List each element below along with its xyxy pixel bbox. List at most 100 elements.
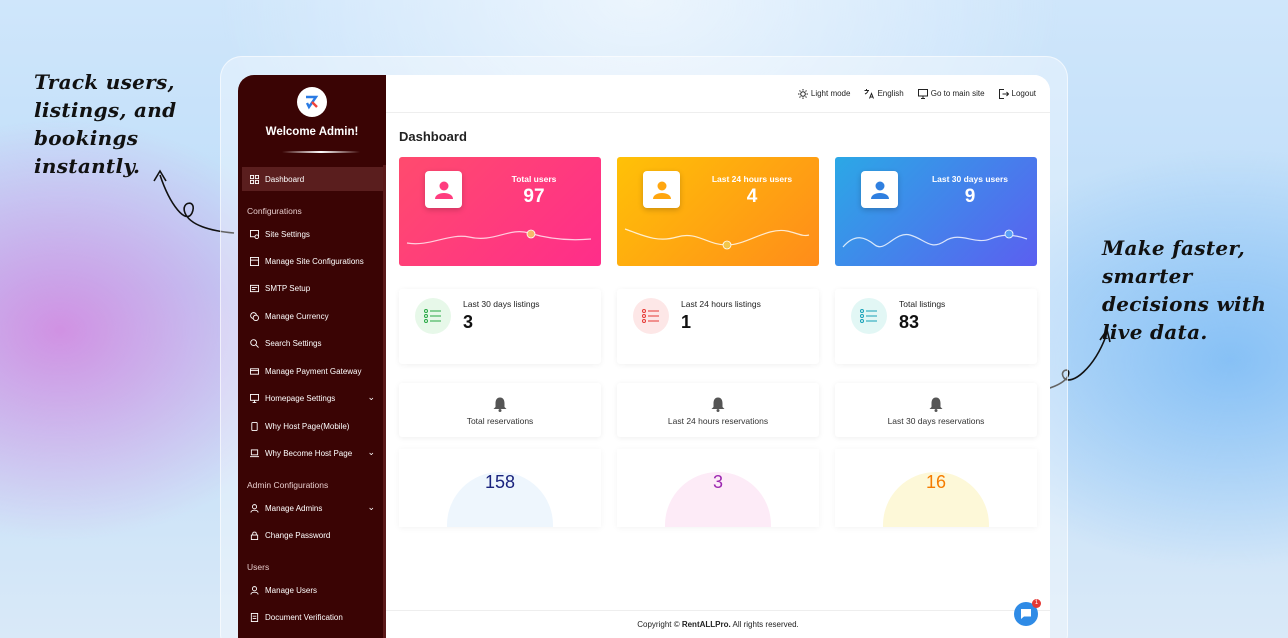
sidebar-item-label: Document Verification (265, 612, 343, 622)
sidebar-item-document-verification[interactable]: Document Verification (242, 605, 383, 629)
chevron-down-icon[interactable]: ⌄ (367, 447, 375, 458)
logout-link[interactable]: Logout (998, 88, 1036, 99)
monitor-icon (917, 88, 928, 99)
reservation-card-24h: Last 24 hours reservations (617, 383, 819, 437)
footer: Copyright © RentALLPro. All rights reser… (386, 610, 1050, 638)
language-label: English (877, 89, 904, 98)
user-icon (861, 171, 898, 208)
reservation-card-30d: Last 30 days reservations (835, 383, 1037, 437)
document-icon (250, 612, 259, 622)
sidebar-item-label: Homepage Settings (265, 393, 336, 403)
sidebar-item-label: Manage Users (265, 585, 318, 595)
sidebar-item-label: Manage Admins (265, 503, 323, 513)
mail-icon (250, 284, 259, 292)
reservation-label: Last 24 hours reservations (667, 416, 769, 426)
chat-icon (1021, 609, 1031, 619)
sidebar-item-label: Manage Currency (265, 311, 329, 321)
main-site-link[interactable]: Go to main site (917, 88, 985, 99)
listing-label: Last 24 hours listings (681, 299, 761, 309)
section-users: Users (247, 562, 270, 572)
chevron-down-icon[interactable]: ⌄ (367, 502, 375, 513)
left-annotation: Track users, listings, and bookings inst… (34, 70, 177, 178)
footer-suffix: All rights reserved. (730, 620, 799, 629)
listing-label: Total listings (899, 299, 946, 309)
logout-label: Logout (1011, 89, 1036, 98)
reservation-label: Last 30 days reservations (887, 416, 985, 426)
sun-icon (797, 88, 808, 99)
sidebar-item-site-configurations[interactable]: Manage Site Configurations (242, 249, 383, 273)
list-icon (415, 298, 451, 334)
sidebar: Welcome Admin! Dashboard Configurations … (238, 75, 386, 638)
top-bar: Light mode English Go to main site Logou… (386, 75, 1050, 113)
list-icon (633, 298, 669, 334)
stat-label: Last 30 days users (931, 174, 1009, 184)
sidebar-item-label: Manage Payment Gateway (265, 366, 362, 376)
right-annotation: Make faster, smarter decisions with live… (1102, 236, 1267, 344)
sidebar-item-dashboard[interactable]: Dashboard (242, 167, 383, 191)
monitor-icon (250, 393, 259, 403)
gauge-value: 158 (484, 472, 516, 492)
main-site-label: Go to main site (930, 89, 985, 98)
sidebar-item-payment-gateway[interactable]: Manage Payment Gateway (242, 359, 383, 383)
sidebar-item-label: Site Settings (265, 229, 310, 239)
currency-icon (250, 311, 259, 321)
user-icon (425, 171, 462, 208)
config-icon (250, 256, 259, 266)
stat-card-total-users: Total users 97 (399, 157, 601, 266)
search-icon (250, 338, 259, 348)
chat-button[interactable]: 1 (1014, 599, 1041, 626)
trend-wave (842, 229, 1028, 248)
listing-value: 1 (681, 312, 692, 332)
bell-icon (711, 397, 725, 412)
chat-badge: 1 (1032, 599, 1041, 608)
grid-icon (250, 174, 259, 184)
lock-icon (250, 531, 259, 540)
user-icon (250, 503, 259, 513)
admin-app: Welcome Admin! Dashboard Configurations … (238, 75, 1050, 638)
user-icon (643, 171, 680, 208)
sidebar-item-manage-admins[interactable]: Manage Admins ⌄ (242, 496, 383, 520)
sidebar-item-search-settings[interactable]: Search Settings (242, 331, 383, 355)
sidebar-item-why-become-host[interactable]: Why Become Host Page ⌄ (242, 441, 383, 465)
logout-icon (998, 88, 1009, 99)
gauge-card-30d: 16 (835, 449, 1037, 527)
listing-card-24h: Last 24 hours listings 1 (617, 289, 819, 364)
logo-icon (297, 87, 327, 117)
bell-icon (493, 397, 507, 412)
laptop-icon (250, 448, 259, 457)
stat-value: 4 (746, 186, 758, 207)
page-title: Dashboard (399, 129, 467, 144)
mobile-icon (251, 421, 258, 431)
sidebar-item-label: Change Password (265, 530, 331, 540)
sidebar-item-manage-users[interactable]: Manage Users (242, 578, 383, 602)
reservation-label: Total reservations (466, 416, 534, 426)
footer-prefix: Copyright © (637, 620, 682, 629)
stat-value: 97 (523, 186, 545, 207)
listing-value: 83 (899, 312, 920, 332)
translate-icon (864, 88, 875, 99)
sidebar-item-label: Why Host Page(Mobile) (265, 421, 350, 431)
sidebar-item-change-password[interactable]: Change Password (242, 523, 383, 547)
listing-value: 3 (463, 312, 474, 332)
sidebar-item-smtp-setup[interactable]: SMTP Setup (242, 276, 383, 300)
language-selector[interactable]: English (864, 88, 904, 99)
light-mode-label: Light mode (810, 89, 851, 98)
sidebar-item-why-host-mobile[interactable]: Why Host Page(Mobile) (242, 414, 383, 438)
light-mode-toggle[interactable]: Light mode (797, 88, 851, 99)
user-icon (250, 585, 259, 595)
chevron-down-icon[interactable]: ⌄ (367, 392, 375, 403)
stat-label: Last 24 hours users (711, 174, 793, 184)
list-icon (851, 298, 887, 334)
stat-card-30d-users: Last 30 days users 9 (835, 157, 1037, 266)
sidebar-item-manage-currency[interactable]: Manage Currency (242, 304, 383, 328)
stat-label: Total users (511, 174, 557, 184)
gauge-card-total: 158 (399, 449, 601, 527)
sidebar-item-label: Why Become Host Page (265, 448, 353, 458)
gauge-value: 3 (712, 472, 723, 492)
bell-icon (929, 397, 943, 412)
footer-brand: RentALLPro. (681, 620, 731, 629)
sidebar-item-site-settings[interactable]: Site Settings (242, 222, 383, 246)
welcome-divider (282, 151, 360, 153)
stat-value: 9 (964, 186, 976, 207)
sidebar-item-homepage-settings[interactable]: Homepage Settings ⌄ (242, 386, 383, 410)
